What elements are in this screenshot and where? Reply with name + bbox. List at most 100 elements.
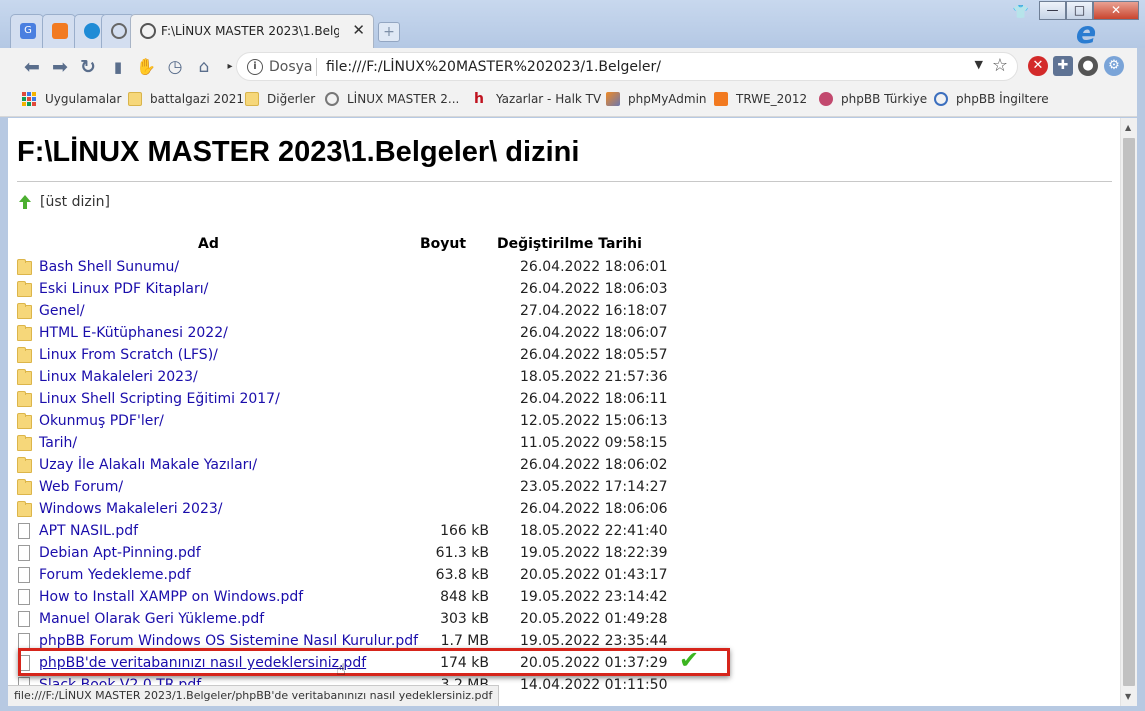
folder-link[interactable]: Uzay İle Alakalı Makale Yazıları/ (39, 457, 257, 473)
file-icon (18, 567, 30, 583)
omnibox-separator (316, 58, 317, 76)
tab-xampp[interactable] (42, 14, 76, 48)
hand-icon[interactable]: ✋ (134, 55, 158, 79)
reader-icon[interactable]: ▮ (106, 55, 130, 79)
phpmyadmin-icon (606, 92, 620, 106)
folder-link[interactable]: Okunmuş PDF'ler/ (39, 413, 164, 429)
bookmark-star-icon[interactable]: ☆ (992, 55, 1008, 76)
folder-row: Bash Shell Sunumu/26.04.2022 18:06:01 (17, 257, 668, 279)
folder-link[interactable]: Linux Makaleleri 2023/ (39, 369, 198, 385)
folder-link[interactable]: HTML E-Kütüphanesi 2022/ (39, 325, 228, 341)
bookmark-apps[interactable]: Uygulamalar (22, 92, 121, 106)
file-link[interactable]: phpBB Forum Windows OS Sistemine Nasıl K… (39, 633, 418, 649)
tab-google-translate[interactable]: G (10, 14, 44, 48)
reload-button[interactable]: ↻ (76, 55, 100, 79)
folder-icon (17, 303, 32, 319)
modified-date: 19.05.2022 23:35:44 (520, 633, 668, 649)
tab-title: F:\LİNUX MASTER 2023\1.Belgeler (161, 24, 339, 38)
bookmark-halktv[interactable]: h Yazarlar - Halk TV (474, 92, 601, 106)
file-icon (18, 633, 30, 649)
folder-row: Genel/27.04.2022 16:18:07 (17, 301, 668, 323)
file-link[interactable]: How to Install XAMPP on Windows.pdf (39, 589, 303, 605)
scroll-down-icon[interactable]: ▼ (1125, 692, 1131, 701)
file-icon (18, 611, 30, 627)
tab-close-icon[interactable]: ✕ (352, 21, 365, 39)
modified-date: 26.04.2022 18:06:01 (520, 259, 668, 275)
modified-date: 26.04.2022 18:05:57 (520, 347, 668, 363)
sync-icon (84, 23, 100, 39)
bookmark-phpbb-turkiye[interactable]: phpBB Türkiye (819, 92, 927, 106)
folder-link[interactable]: Windows Makaleleri 2023/ (39, 501, 223, 517)
xampp-icon (52, 23, 68, 39)
bookmark-phpmyadmin[interactable]: phpMyAdmin (606, 92, 707, 106)
chevron-down-icon[interactable]: ▼ (975, 58, 983, 71)
modified-date: 26.04.2022 18:06:03 (520, 281, 668, 297)
column-header-name[interactable]: Ad (198, 236, 219, 252)
folder-link[interactable]: Bash Shell Sunumu/ (39, 259, 179, 275)
profile-shirt-icon[interactable]: 👕 (1012, 5, 1030, 21)
extensions-puzzle-icon[interactable]: ✚ (1053, 56, 1073, 76)
modified-date: 20.05.2022 01:49:28 (520, 611, 668, 627)
modified-date: 11.05.2022 09:58:15 (520, 435, 668, 451)
home-icon[interactable]: ⌂ (192, 55, 216, 79)
file-link[interactable]: Manuel Olarak Geri Yükleme.pdf (39, 611, 264, 627)
column-header-size[interactable]: Boyut (420, 236, 466, 252)
file-size: 1.7 MB (440, 633, 489, 649)
modified-date: 19.05.2022 23:14:42 (520, 589, 668, 605)
bookmark-phpbb-ingiltere[interactable]: phpBB İngiltere (934, 92, 1049, 106)
bookmark-battalgazi[interactable]: battalgazi 2021 (128, 92, 244, 106)
file-icon (18, 545, 30, 561)
file-size: 63.8 kB (435, 567, 489, 583)
column-header-modified[interactable]: Değiştirilme Tarihi (497, 236, 642, 252)
bookmark-digerler[interactable]: Diğerler (245, 92, 315, 106)
page-title: F:\LİNUX MASTER 2023\1.Belgeler\ dizini (17, 136, 580, 168)
profile-avatar-icon[interactable]: ● (1078, 56, 1098, 76)
vertical-scrollbar[interactable]: ▲ ▼ (1120, 118, 1137, 706)
parent-directory-link[interactable]: [üst dizin] (17, 194, 110, 210)
internet-explorer-icon: e (1075, 16, 1097, 51)
clock-icon[interactable]: ◷ (163, 55, 187, 79)
bookmark-trwe[interactable]: TRWE_2012 (714, 92, 807, 106)
stop-extension-icon[interactable]: ✕ (1028, 56, 1048, 76)
globe-icon (325, 92, 339, 106)
highlight-annotation-box (18, 648, 730, 676)
file-row: Debian Apt-Pinning.pdf 61.3 kB 19.05.2022 … (17, 543, 668, 565)
scrollbar-thumb[interactable] (1123, 138, 1135, 686)
modified-date: 20.05.2022 01:43:17 (520, 567, 668, 583)
folder-row: Linux Makaleleri 2023/18.05.2022 21:57:3… (17, 367, 668, 389)
file-link[interactable]: Forum Yedekleme.pdf (39, 567, 191, 583)
folder-link[interactable]: Eski Linux PDF Kitapları/ (39, 281, 208, 297)
file-link[interactable]: Debian Apt-Pinning.pdf (39, 545, 201, 561)
folder-link[interactable]: Web Forum/ (39, 479, 123, 495)
settings-gear-icon[interactable]: ⚙ (1104, 56, 1124, 76)
window-frame-right (1137, 48, 1145, 711)
folder-icon (17, 391, 32, 407)
bookmark-linux-master[interactable]: LİNUX MASTER 2... (325, 92, 459, 106)
folder-icon (17, 325, 32, 341)
folder-link[interactable]: Genel/ (39, 303, 85, 319)
checkmark-icon: ✔ (679, 646, 700, 674)
new-tab-button[interactable]: + (378, 22, 400, 42)
back-button[interactable]: ⬅ (20, 55, 44, 79)
scroll-up-icon[interactable]: ▲ (1125, 123, 1131, 132)
file-icon (18, 523, 30, 539)
tab-active[interactable]: F:\LİNUX MASTER 2023\1.Belgeler ✕ (130, 14, 374, 48)
bookmarks-bar: Uygulamalar battalgazi 2021 Diğerler LİN… (0, 85, 1145, 117)
folder-link[interactable]: Linux Shell Scripting Eğitimi 2017/ (39, 391, 280, 407)
url-text[interactable]: file:///F:/LİNUX%20MASTER%202023/1.Belge… (326, 59, 661, 75)
page-content: F:\LİNUX MASTER 2023\1.Belgeler\ dizini … (8, 118, 1120, 706)
scheme-label: Dosya (269, 59, 313, 75)
address-bar[interactable]: i Dosya file:///F:/LİNUX%20MASTER%202023… (236, 52, 1018, 81)
folder-link[interactable]: Tarih/ (39, 435, 77, 451)
file-link[interactable]: APT NASIL.pdf (39, 523, 138, 539)
folder-icon (17, 369, 32, 385)
folder-row: Linux From Scratch (LFS)/ 26.04.2022 18:0… (17, 345, 668, 367)
info-icon[interactable]: i (247, 59, 263, 75)
folder-row: HTML E-Kütüphanesi 2022/26.04.2022 18:06… (17, 323, 668, 345)
forward-button[interactable]: ➡ (48, 55, 72, 79)
minimize-button[interactable]: — (1039, 1, 1066, 20)
modified-date: 26.04.2022 18:06:06 (520, 501, 668, 517)
folder-link[interactable]: Linux From Scratch (LFS)/ (39, 347, 218, 363)
folder-row: Eski Linux PDF Kitapları/26.04.2022 18:0… (17, 279, 668, 301)
bookmark-label: phpBB Türkiye (841, 92, 928, 106)
